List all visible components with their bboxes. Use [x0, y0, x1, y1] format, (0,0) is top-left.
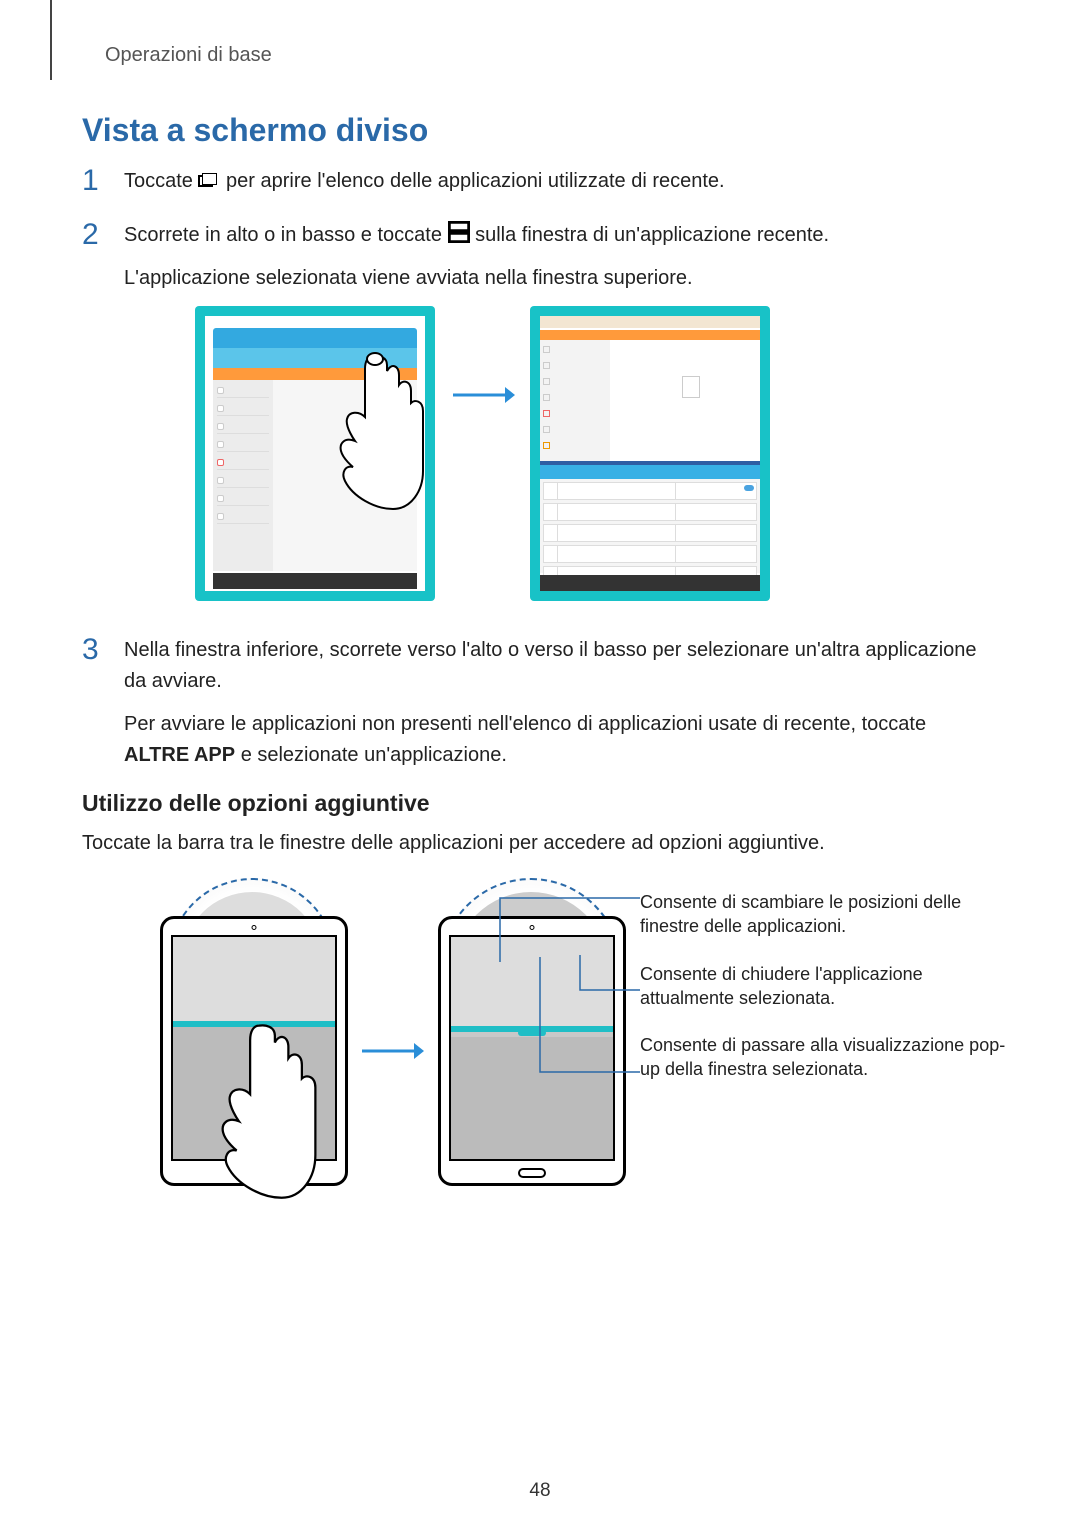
figure-tablet-before — [195, 306, 435, 601]
step-2-number: 2 — [82, 220, 104, 306]
step-1-post: per aprire l'elenco delle applicazioni u… — [226, 170, 725, 192]
step-1-pre: Toccate — [124, 170, 198, 192]
callout-line-3 — [535, 952, 645, 1077]
step-3-line2-post: e selezionate un'applicazione. — [241, 744, 507, 766]
step-2-line2: L'applicazione selezionata viene avviata… — [124, 263, 829, 294]
page-title: Vista a schermo diviso — [82, 112, 428, 149]
step-2-line1-pre: Scorrete in alto o in basso e toccate — [124, 224, 448, 246]
callout-3: Consente di passare alla visualizzazione… — [640, 1033, 1010, 1082]
breadcrumb: Operazioni di base — [105, 44, 272, 67]
header-rule — [50, 0, 52, 80]
step-3-line1: Nella finestra inferiore, scorrete verso… — [124, 635, 994, 697]
step-3-line2-pre: Per avviare le applicazioni non presenti… — [124, 713, 926, 735]
figure-options: Consente di scambiare le posizioni delle… — [100, 880, 1020, 1210]
hand-tap-icon — [212, 1020, 322, 1200]
step-1: 1 Toccate per aprire l'elenco delle appl… — [82, 166, 725, 209]
step-2: 2 Scorrete in alto o in basso e toccate … — [82, 220, 829, 306]
callouts: Consente di scambiare le posizioni delle… — [640, 890, 1010, 1105]
figure-split-view — [195, 306, 875, 606]
step-1-text: Toccate per aprire l'elenco delle applic… — [124, 166, 725, 209]
arrow-right-icon — [453, 384, 515, 406]
step-2-text: Scorrete in alto o in basso e toccate su… — [124, 220, 829, 306]
step-2-line1-post: sulla finestra di un'applicazione recent… — [475, 224, 829, 246]
step-3-number: 3 — [82, 635, 104, 783]
subsection-intro: Toccate la barra tra le finestre delle a… — [82, 832, 825, 855]
step-3-line2-bold: ALTRE APP — [124, 744, 235, 766]
page-number: 48 — [0, 1480, 1080, 1502]
recent-apps-icon — [198, 168, 220, 184]
split-view-icon — [448, 221, 470, 237]
callout-1: Consente di scambiare le posizioni delle… — [640, 890, 1010, 939]
step-3-text: Nella finestra inferiore, scorrete verso… — [124, 635, 994, 783]
step-3: 3 Nella finestra inferiore, scorrete ver… — [82, 635, 994, 783]
subsection-title: Utilizzo delle opzioni aggiuntive — [82, 790, 430, 817]
arrow-right-icon — [362, 1040, 424, 1062]
step-1-number: 1 — [82, 166, 104, 209]
figure-tablet-after — [530, 306, 770, 601]
callout-2: Consente di chiudere l'applicazione attu… — [640, 962, 1010, 1011]
